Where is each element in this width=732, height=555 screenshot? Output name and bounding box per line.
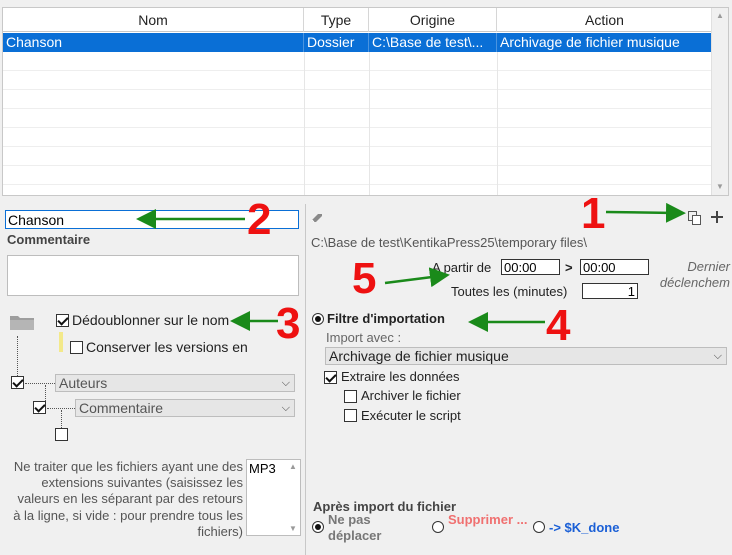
annotation-number-5: 5	[352, 254, 377, 303]
arrow-5	[384, 267, 450, 288]
annotation-number-1: 1	[581, 189, 606, 238]
arrow-1	[605, 202, 686, 223]
annotation-number-3: 3	[276, 299, 301, 348]
annotation-number-4: 4	[546, 301, 571, 350]
annotation-number-2: 2	[247, 195, 272, 244]
